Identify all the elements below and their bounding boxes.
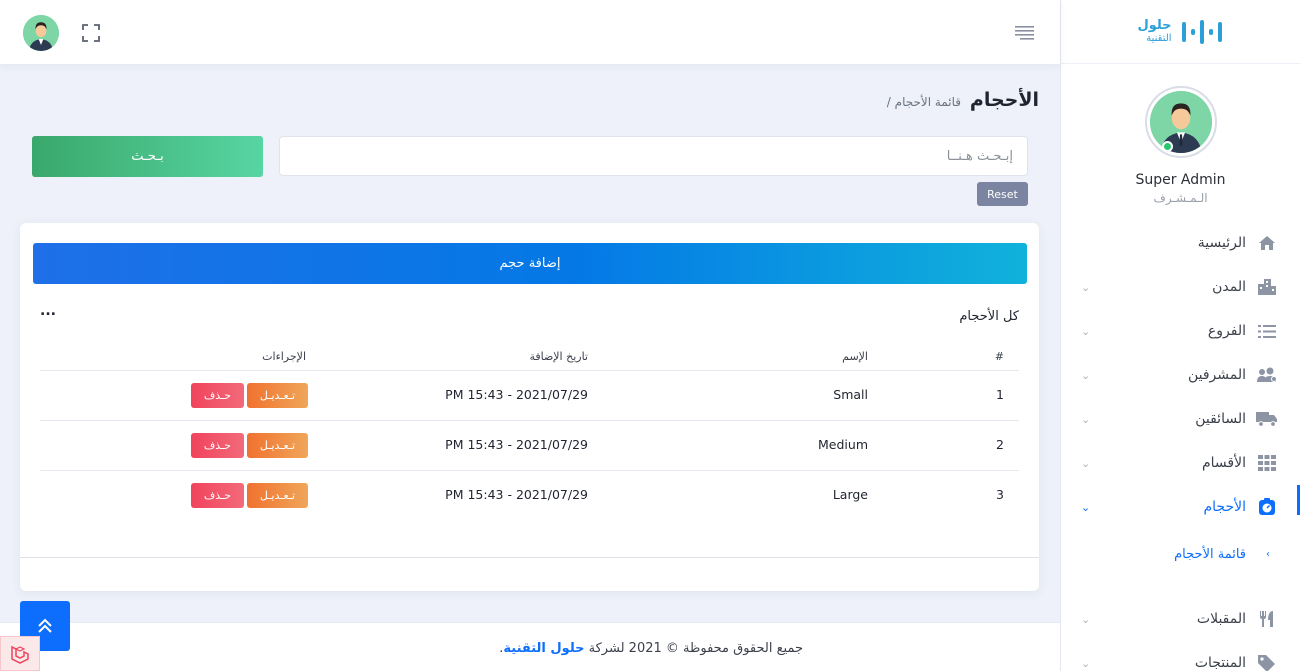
truck-icon xyxy=(1256,408,1278,430)
table-row: 1 Small PM 15:43 - 2021/07/29 حـذف تـعـد… xyxy=(40,371,1019,421)
sizes-table: # الإسم تاريخ الإضافة الإجراءات 1 Small … xyxy=(40,343,1019,521)
grid-icon xyxy=(1256,452,1278,474)
row-date: PM 15:43 - 2021/07/29 xyxy=(445,437,588,452)
table-row: 2 Medium PM 15:43 - 2021/07/29 حـذف تـعـ… xyxy=(40,421,1019,471)
users-gear-icon xyxy=(1256,364,1278,386)
chevron-down-icon: ⌄ xyxy=(1081,324,1091,338)
profile-role: الـمـشـرف xyxy=(1153,191,1208,205)
chevron-down-icon: ⌄ xyxy=(1081,368,1091,382)
profile-panel: Super Admin الـمـشـرف xyxy=(1061,64,1300,205)
more-options-icon[interactable]: ... xyxy=(40,303,56,319)
brand-name-line1: حلول xyxy=(1137,17,1172,33)
row-name: Small xyxy=(833,387,868,402)
edit-button[interactable]: تـعـديـل xyxy=(247,383,308,408)
sidebar-item-label: الفروع xyxy=(1207,323,1246,339)
edit-button[interactable]: تـعـديـل xyxy=(247,483,308,508)
column-header-date: تاريخ الإضافة xyxy=(529,350,588,363)
fullscreen-icon[interactable] xyxy=(82,24,100,42)
sidebar-item-branches[interactable]: الفروع ⌄ xyxy=(1061,309,1300,353)
reset-button[interactable]: Reset xyxy=(977,182,1028,206)
row-num: 3 xyxy=(996,487,1004,502)
chevron-down-icon: ⌄ xyxy=(1081,612,1091,626)
company-link[interactable]: حلول التقنية xyxy=(503,641,584,656)
user-avatar-icon xyxy=(1149,91,1212,153)
submenu-item-label: قائمة الأحجام xyxy=(1174,546,1246,562)
table-row: 3 Large PM 15:43 - 2021/07/29 حـذف تـعـد… xyxy=(40,471,1019,521)
delete-button[interactable]: حـذف xyxy=(191,433,244,458)
row-actions: حـذف تـعـديـل xyxy=(191,433,308,458)
row-name: Medium xyxy=(818,437,868,452)
sidebar-item-label: المشرفين xyxy=(1187,367,1246,383)
top-bar xyxy=(0,0,1060,64)
sidebar-item-home[interactable]: الرئيسية xyxy=(1061,221,1300,265)
search-button[interactable]: بـحـث xyxy=(32,136,263,177)
sizes-card: إضافة حجم كل الأحجام ... # الإسم تاريخ ا… xyxy=(20,223,1039,591)
profile-name: Super Admin xyxy=(1135,172,1226,188)
card-title: كل الأحجام xyxy=(959,309,1019,324)
submenu-item-sizes-list[interactable]: ‹ قائمة الأحجام xyxy=(1061,529,1300,579)
laravel-debug-icon[interactable] xyxy=(0,636,40,671)
delete-button[interactable]: حـذف xyxy=(191,383,244,408)
sidebar-item-sizes[interactable]: الأحجام ⌄ xyxy=(1061,485,1300,529)
brand-name-line2: التقنية xyxy=(1146,33,1172,45)
sidebar-item-label: المدن xyxy=(1212,279,1246,295)
hamburger-icon[interactable] xyxy=(1015,26,1034,40)
chevron-down-icon: ⌄ xyxy=(1081,280,1091,294)
sidebar-menu: الرئيسية المدن ⌄ الفروع ⌄ المشرفين ⌄ الس… xyxy=(1061,221,1300,671)
sidebar-item-label: الأقسام xyxy=(1202,455,1246,471)
sidebar-item-label: الأحجام xyxy=(1203,499,1247,515)
column-header-actions: الإجراءات xyxy=(262,350,306,363)
brand-logo[interactable]: حلول التقنية xyxy=(1061,0,1300,64)
row-date: PM 15:43 - 2021/07/29 xyxy=(445,387,588,402)
profile-avatar[interactable] xyxy=(1144,86,1217,158)
double-chevron-up-icon xyxy=(38,618,52,633)
sidebar-item-drivers[interactable]: السائقين ⌄ xyxy=(1061,397,1300,441)
brand-name: حلول التقنية xyxy=(1137,17,1172,45)
sidebar-item-label: الرئيسية xyxy=(1197,235,1246,251)
delete-button[interactable]: حـذف xyxy=(191,483,244,508)
row-num: 1 xyxy=(996,387,1004,402)
row-actions: حـذف تـعـديـل xyxy=(191,383,308,408)
chevron-down-icon: ⌄ xyxy=(1081,412,1091,426)
online-status-dot xyxy=(1161,141,1173,152)
user-avatar-icon xyxy=(23,15,59,51)
add-size-button[interactable]: إضافة حجم xyxy=(33,243,1027,284)
home-icon xyxy=(1256,232,1278,254)
sidebar-item-label: السائقين xyxy=(1195,411,1246,427)
tags-icon xyxy=(1256,652,1278,671)
row-actions: حـذف تـعـديـل xyxy=(191,483,308,508)
brand-mark-icon xyxy=(1181,19,1222,44)
chevron-left-icon: ‹ xyxy=(1266,548,1270,560)
row-num: 2 xyxy=(996,437,1004,452)
chevron-down-icon: ⌄ xyxy=(1081,500,1091,514)
sidebar-item-categories[interactable]: الأقسام ⌄ xyxy=(1061,441,1300,485)
chevron-down-icon: ⌄ xyxy=(1081,656,1091,670)
utensils-icon xyxy=(1256,608,1278,630)
edit-button[interactable]: تـعـديـل xyxy=(247,433,308,458)
chevron-down-icon: ⌄ xyxy=(1081,456,1091,470)
card-divider xyxy=(20,557,1039,558)
sidebar-item-appetizers[interactable]: المقبلات ⌄ xyxy=(1061,597,1300,641)
sidebar: حلول التقنية Super Admin الـمـشـرف الرئي… xyxy=(1060,0,1300,671)
column-header-num: # xyxy=(994,350,1004,363)
header-avatar[interactable] xyxy=(23,15,59,51)
search-input[interactable] xyxy=(279,136,1028,176)
copyright-text: جميع الحقوق محفوظة © 2021 لشركة حلول الت… xyxy=(499,641,803,656)
laravel-icon xyxy=(11,645,29,664)
city-icon xyxy=(1256,276,1278,298)
page-title: الأحجام xyxy=(969,89,1039,111)
sidebar-item-supervisors[interactable]: المشرفين ⌄ xyxy=(1061,353,1300,397)
column-header-name: الإسم xyxy=(842,350,868,363)
row-name: Large xyxy=(832,487,868,502)
sizes-icon xyxy=(1256,496,1278,518)
sidebar-item-products[interactable]: المنتجات ⌄ xyxy=(1061,641,1300,671)
list-icon xyxy=(1256,320,1278,342)
sidebar-item-label: المنتجات xyxy=(1194,655,1246,671)
sidebar-item-cities[interactable]: المدن ⌄ xyxy=(1061,265,1300,309)
row-date: PM 15:43 - 2021/07/29 xyxy=(445,487,588,502)
breadcrumb[interactable]: / قائمة الأحجام xyxy=(887,95,961,109)
page-footer: جميع الحقوق محفوظة © 2021 لشركة حلول الت… xyxy=(0,622,1060,671)
table-header: # الإسم تاريخ الإضافة الإجراءات xyxy=(40,343,1019,371)
sidebar-item-label: المقبلات xyxy=(1196,611,1246,627)
